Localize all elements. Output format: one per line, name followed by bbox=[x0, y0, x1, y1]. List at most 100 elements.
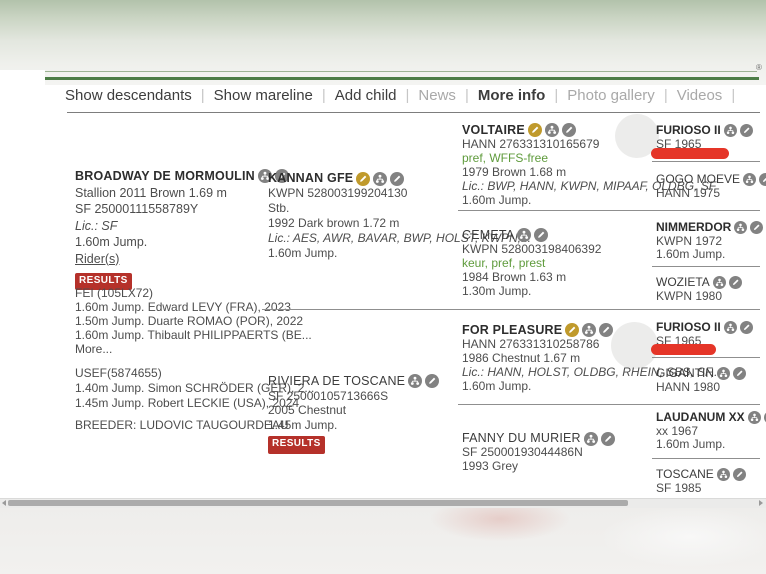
horse-card-gogo-moeve: GOGO MOEVE HANN 1975 bbox=[656, 173, 766, 200]
horse-name[interactable]: GIGANTIN bbox=[656, 367, 714, 381]
gold-badge-icon[interactable] bbox=[528, 123, 542, 137]
toolbar-separator: | bbox=[722, 87, 744, 104]
group-divider bbox=[458, 210, 760, 211]
horse-card-gigantin: GIGANTIN HANN 1980 bbox=[656, 367, 746, 394]
horse-name[interactable]: FANNY DU MURIER bbox=[462, 432, 581, 446]
header-rule-dark bbox=[45, 77, 759, 80]
horse-jump-level: 1.60m Jump. bbox=[656, 248, 763, 262]
edit-icon[interactable] bbox=[740, 124, 753, 137]
horse-card-wozieta: WOZIETA KWPN 1980 bbox=[656, 276, 742, 303]
pedigree-icon[interactable] bbox=[373, 172, 387, 186]
toolbar-separator: | bbox=[192, 87, 214, 104]
panel-corner bbox=[0, 70, 45, 85]
horse-card-broadway-de-mormoulin: BROADWAY DE MORMOULIN Stallion 2011 Brow… bbox=[75, 168, 289, 267]
edit-icon[interactable] bbox=[390, 172, 404, 186]
pedigree-page: ® Show descendants| Show mareline| Add c… bbox=[0, 0, 766, 574]
horse-name[interactable]: FURIOSO II bbox=[656, 321, 721, 335]
horse-registration: KWPN 528003198406392 bbox=[462, 242, 601, 256]
horse-card-cemeta: CEMETA KWPN 528003198406392 keur, pref, … bbox=[462, 228, 601, 298]
edit-icon[interactable] bbox=[729, 276, 742, 289]
pedigree-icon[interactable] bbox=[517, 228, 531, 242]
horse-name[interactable]: LAUDANUM XX bbox=[656, 411, 745, 425]
results-line: 1.50m Jump. Duarte ROMAO (POR), 2022 bbox=[75, 314, 312, 328]
horse-info: KWPN 1980 bbox=[656, 290, 742, 304]
edit-icon[interactable] bbox=[601, 432, 615, 446]
toolbar-separator: | bbox=[313, 87, 335, 104]
breeder-line: BREEDER: LUDOVIC TAUGOURDEAU bbox=[75, 418, 289, 432]
edit-icon[interactable] bbox=[599, 323, 613, 337]
edit-icon[interactable] bbox=[733, 468, 746, 481]
footer-background bbox=[0, 507, 766, 574]
edit-icon[interactable] bbox=[425, 374, 439, 388]
horse-name[interactable]: BROADWAY DE MORMOULIN bbox=[75, 168, 255, 185]
horse-card-nimmerdor: NIMMERDOR KWPN 1972 1.60m Jump. bbox=[656, 221, 763, 262]
toolbar-photo-gallery[interactable]: Photo gallery bbox=[567, 87, 655, 104]
results-block: RESULTS FEI (105LX72) 1.60m Jump. Edward… bbox=[75, 272, 312, 356]
horse-name[interactable]: RIVIERA DE TOSCANE bbox=[268, 374, 405, 389]
pedigree-icon[interactable] bbox=[724, 124, 737, 137]
horse-description: 1984 Brown 1.63 m bbox=[462, 270, 601, 284]
edit-icon[interactable] bbox=[733, 367, 746, 380]
scroll-left-arrow-icon[interactable] bbox=[2, 500, 6, 506]
cell-divider bbox=[652, 357, 760, 358]
horse-name[interactable]: FOR PLEASURE bbox=[462, 323, 562, 337]
toolbar-show-mareline[interactable]: Show mareline bbox=[214, 87, 313, 104]
horse-card-fanny-du-murier: FANNY DU MURIER SF 25000193044486N 1993 … bbox=[462, 432, 615, 473]
toolbar-news[interactable]: News bbox=[418, 87, 456, 104]
horse-info: xx 1967 bbox=[656, 425, 766, 439]
horse-name[interactable]: KANNAN GFE bbox=[268, 171, 353, 186]
scroll-right-arrow-icon[interactable] bbox=[759, 500, 763, 506]
gold-badge-icon[interactable] bbox=[356, 172, 370, 186]
pedigree-icon[interactable] bbox=[724, 321, 737, 334]
riders-link[interactable]: Rider(s) bbox=[75, 252, 119, 266]
results-line: 1.60m Jump. Edward LEVY (FRA), 2023 bbox=[75, 300, 312, 314]
pedigree-icon[interactable] bbox=[713, 276, 726, 289]
edit-icon[interactable] bbox=[562, 123, 576, 137]
horse-name[interactable]: VOLTAIRE bbox=[462, 123, 525, 137]
pedigree-icon[interactable] bbox=[717, 468, 730, 481]
horse-name[interactable]: GOGO MOEVE bbox=[656, 173, 740, 187]
horse-card-riviera-de-toscane: RIVIERA DE TOSCANE SF 25000105713666S 20… bbox=[268, 374, 439, 454]
horizontal-scrollbar-thumb[interactable] bbox=[8, 500, 628, 507]
toolbar-separator: | bbox=[655, 87, 677, 104]
header-rule-light bbox=[45, 71, 757, 72]
pedigree-icon[interactable] bbox=[408, 374, 422, 388]
horse-name[interactable]: TOSCANE bbox=[656, 468, 714, 482]
inbreeding-highlight bbox=[651, 344, 716, 355]
toolbar-more-info[interactable]: More info bbox=[478, 87, 546, 104]
horse-license: Lic.: SF bbox=[75, 218, 289, 235]
inbreeding-highlight bbox=[651, 148, 729, 159]
horse-name[interactable]: CEMETA bbox=[462, 228, 514, 242]
horse-jump-level: 1.30m Jump. bbox=[462, 284, 601, 298]
horse-name[interactable]: WOZIETA bbox=[656, 276, 710, 290]
horse-predicates: keur, pref, prest bbox=[462, 256, 601, 270]
edit-icon[interactable] bbox=[740, 321, 753, 334]
pedigree-icon[interactable] bbox=[584, 432, 598, 446]
registered-trademark: ® bbox=[756, 63, 762, 72]
toolbar-separator: | bbox=[456, 87, 478, 104]
pedigree-icon[interactable] bbox=[582, 323, 596, 337]
pedigree-icon[interactable] bbox=[743, 173, 756, 186]
edit-icon[interactable] bbox=[534, 228, 548, 242]
horse-card-laudanum-xx: LAUDANUM XX xx 1967 1.60m Jump. bbox=[656, 411, 766, 452]
horse-name[interactable]: NIMMERDOR bbox=[656, 221, 731, 235]
results-more-link[interactable]: More... bbox=[75, 342, 312, 356]
results-line: 1.60m Jump. Thibault PHILIPPAERTS (BE... bbox=[75, 328, 312, 342]
half-divider bbox=[262, 309, 760, 310]
horse-description: 2005 Chestnut bbox=[268, 403, 439, 418]
horse-name[interactable]: FURIOSO II bbox=[656, 124, 721, 138]
toolbar-videos[interactable]: Videos bbox=[677, 87, 723, 104]
toolbar-show-descendants[interactable]: Show descendants bbox=[65, 87, 192, 104]
horse-registration: SF 25000193044486N bbox=[462, 446, 615, 460]
pedigree-icon[interactable] bbox=[734, 221, 747, 234]
pedigree-icon[interactable] bbox=[748, 411, 761, 424]
pedigree-icon[interactable] bbox=[717, 367, 730, 380]
pedigree-icon[interactable] bbox=[545, 123, 559, 137]
toolbar-separator: | bbox=[545, 87, 567, 104]
gold-badge-icon[interactable] bbox=[565, 323, 579, 337]
horse-jump-level: 1.60m Jump. bbox=[75, 234, 289, 251]
toolbar-add-child[interactable]: Add child bbox=[335, 87, 397, 104]
results-badge: RESULTS bbox=[268, 436, 325, 454]
edit-icon[interactable] bbox=[759, 173, 766, 186]
edit-icon[interactable] bbox=[750, 221, 763, 234]
